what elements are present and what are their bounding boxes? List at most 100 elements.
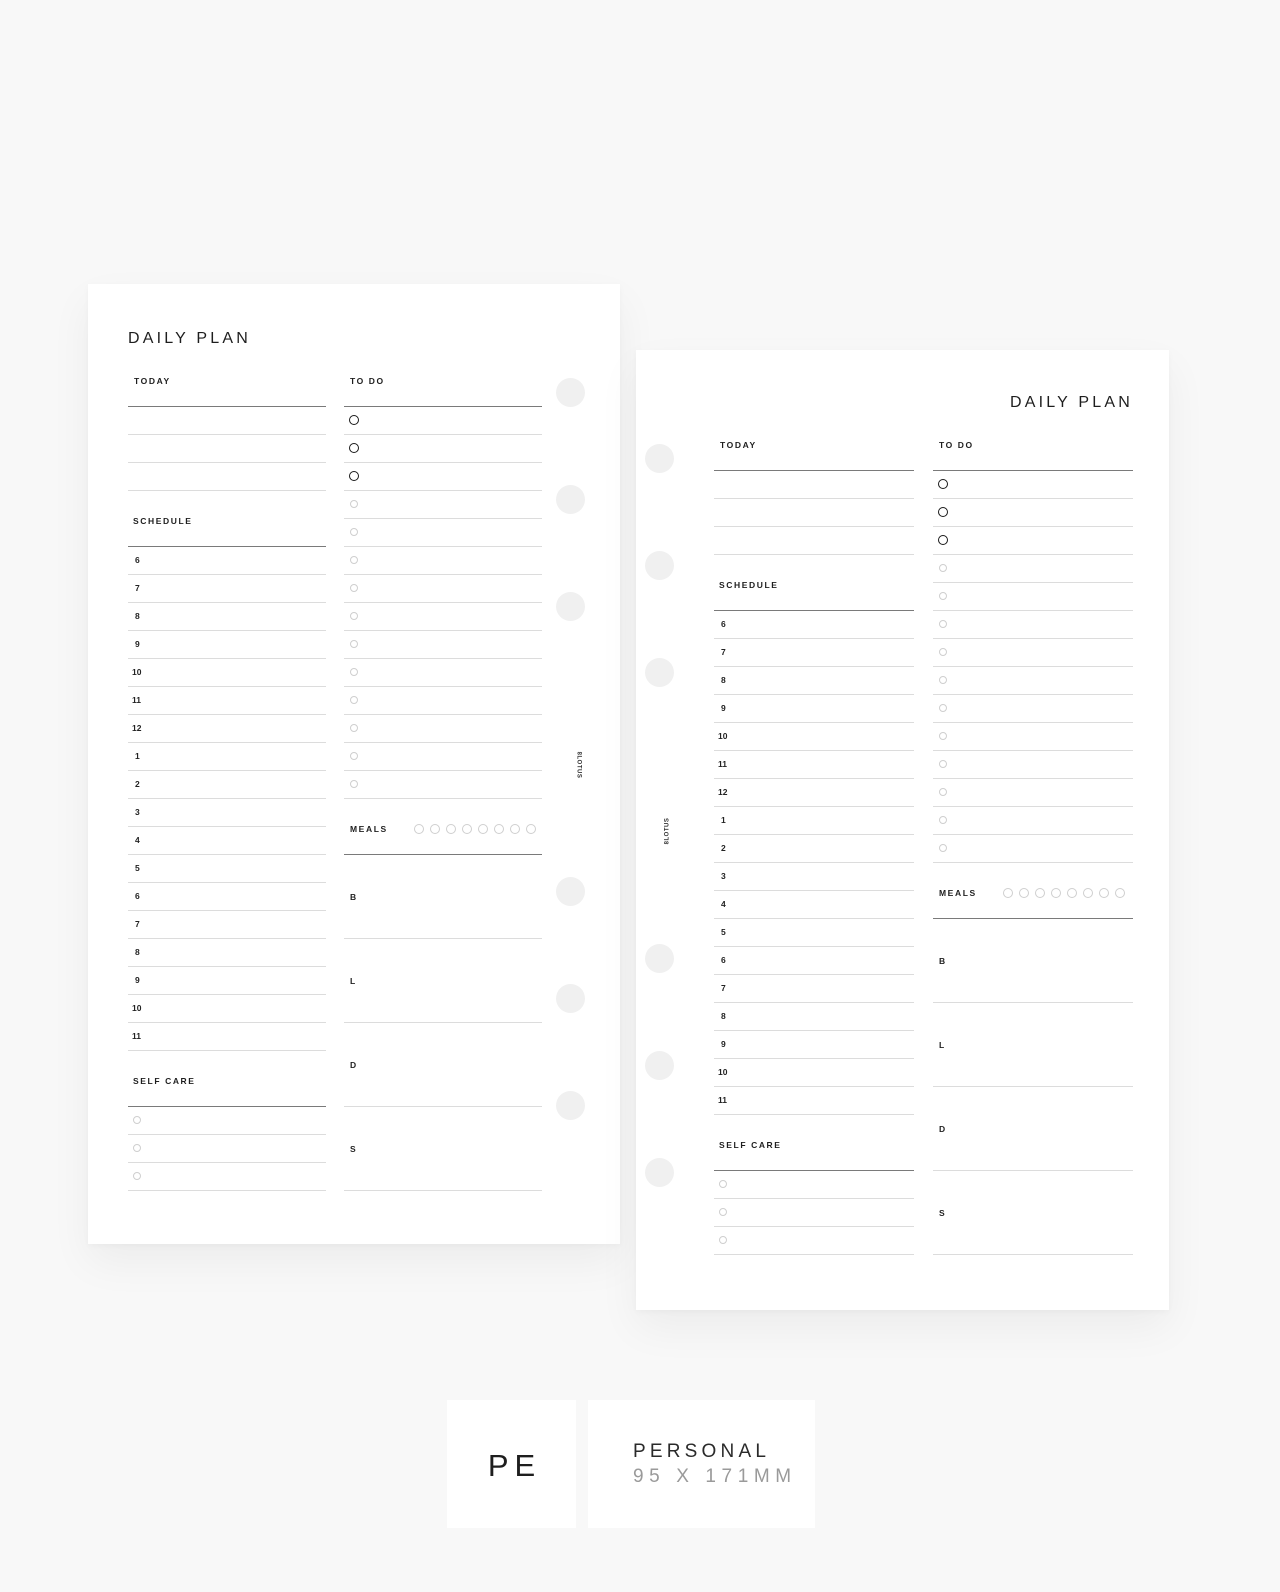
- meal-tracker-circle[interactable]: [510, 824, 520, 834]
- todo-checkbox[interactable]: [350, 640, 358, 648]
- meal-tracker-circle[interactable]: [462, 824, 472, 834]
- schedule-row-line[interactable]: [714, 1086, 914, 1087]
- schedule-row-line[interactable]: [714, 946, 914, 947]
- schedule-row-line[interactable]: [714, 1058, 914, 1059]
- todo-line[interactable]: [344, 462, 542, 463]
- meal-tracker-circle[interactable]: [1067, 888, 1077, 898]
- schedule-row-line[interactable]: [714, 862, 914, 863]
- todo-checkbox[interactable]: [939, 844, 947, 852]
- schedule-row-line[interactable]: [128, 630, 326, 631]
- schedule-row-line[interactable]: [714, 778, 914, 779]
- todo-priority-checkbox[interactable]: [938, 507, 948, 517]
- today-line[interactable]: [128, 490, 326, 491]
- todo-checkbox[interactable]: [350, 584, 358, 592]
- meal-tracker-circle[interactable]: [1083, 888, 1093, 898]
- todo-checkbox[interactable]: [350, 500, 358, 508]
- self-care-checkbox[interactable]: [133, 1116, 141, 1124]
- todo-line[interactable]: [933, 806, 1133, 807]
- schedule-row-line[interactable]: [714, 806, 914, 807]
- schedule-row-line[interactable]: [128, 686, 326, 687]
- schedule-row-line[interactable]: [128, 966, 326, 967]
- schedule-row-line[interactable]: [128, 854, 326, 855]
- meal-line[interactable]: [344, 1106, 542, 1107]
- todo-priority-checkbox[interactable]: [349, 443, 359, 453]
- today-line[interactable]: [714, 554, 914, 555]
- todo-line[interactable]: [344, 714, 542, 715]
- todo-checkbox[interactable]: [939, 592, 947, 600]
- self-care-checkbox[interactable]: [133, 1144, 141, 1152]
- schedule-row-line[interactable]: [714, 834, 914, 835]
- meal-tracker-circle[interactable]: [1099, 888, 1109, 898]
- schedule-row-line[interactable]: [128, 882, 326, 883]
- todo-line[interactable]: [933, 834, 1133, 835]
- todo-checkbox[interactable]: [350, 668, 358, 676]
- schedule-row-line[interactable]: [128, 798, 326, 799]
- meal-line[interactable]: [933, 1002, 1133, 1003]
- todo-line[interactable]: [344, 770, 542, 771]
- meal-tracker-circle[interactable]: [1115, 888, 1125, 898]
- todo-checkbox[interactable]: [350, 612, 358, 620]
- schedule-row-line[interactable]: [128, 742, 326, 743]
- todo-checkbox[interactable]: [350, 528, 358, 536]
- today-line[interactable]: [714, 526, 914, 527]
- todo-line[interactable]: [933, 610, 1133, 611]
- meal-tracker-circle[interactable]: [526, 824, 536, 834]
- todo-line[interactable]: [933, 638, 1133, 639]
- todo-line[interactable]: [344, 630, 542, 631]
- meal-tracker-circle[interactable]: [414, 824, 424, 834]
- meal-line[interactable]: [933, 1170, 1133, 1171]
- todo-line[interactable]: [344, 434, 542, 435]
- todo-line[interactable]: [344, 658, 542, 659]
- self-care-line[interactable]: [714, 1254, 914, 1255]
- meal-line[interactable]: [344, 1190, 542, 1191]
- schedule-row-line[interactable]: [714, 1114, 914, 1115]
- self-care-line[interactable]: [128, 1134, 326, 1135]
- meal-tracker-circle[interactable]: [478, 824, 488, 834]
- schedule-row-line[interactable]: [128, 658, 326, 659]
- schedule-row-line[interactable]: [714, 722, 914, 723]
- self-care-checkbox[interactable]: [719, 1208, 727, 1216]
- self-care-line[interactable]: [128, 1162, 326, 1163]
- schedule-row-line[interactable]: [714, 918, 914, 919]
- todo-line[interactable]: [933, 722, 1133, 723]
- meal-tracker-circle[interactable]: [1051, 888, 1061, 898]
- schedule-row-line[interactable]: [128, 826, 326, 827]
- today-line[interactable]: [714, 498, 914, 499]
- schedule-row-line[interactable]: [128, 1022, 326, 1023]
- todo-line[interactable]: [933, 554, 1133, 555]
- meal-line[interactable]: [933, 1254, 1133, 1255]
- meal-tracker-circle[interactable]: [1019, 888, 1029, 898]
- todo-line[interactable]: [933, 526, 1133, 527]
- todo-line[interactable]: [933, 778, 1133, 779]
- self-care-checkbox[interactable]: [719, 1180, 727, 1188]
- schedule-row-line[interactable]: [714, 974, 914, 975]
- todo-checkbox[interactable]: [350, 696, 358, 704]
- today-line[interactable]: [128, 462, 326, 463]
- schedule-row-line[interactable]: [128, 574, 326, 575]
- meal-tracker-circle[interactable]: [446, 824, 456, 834]
- todo-checkbox[interactable]: [939, 732, 947, 740]
- schedule-row-line[interactable]: [714, 666, 914, 667]
- schedule-row-line[interactable]: [128, 770, 326, 771]
- schedule-row-line[interactable]: [128, 1050, 326, 1051]
- todo-priority-checkbox[interactable]: [349, 471, 359, 481]
- schedule-row-line[interactable]: [714, 1030, 914, 1031]
- todo-line[interactable]: [933, 498, 1133, 499]
- schedule-row-line[interactable]: [714, 890, 914, 891]
- todo-line[interactable]: [344, 742, 542, 743]
- schedule-row-line[interactable]: [128, 714, 326, 715]
- todo-checkbox[interactable]: [939, 816, 947, 824]
- self-care-checkbox[interactable]: [133, 1172, 141, 1180]
- meal-line[interactable]: [933, 1086, 1133, 1087]
- todo-checkbox[interactable]: [939, 564, 947, 572]
- todo-checkbox[interactable]: [939, 676, 947, 684]
- todo-checkbox[interactable]: [939, 620, 947, 628]
- meal-tracker-circle[interactable]: [1003, 888, 1013, 898]
- todo-line[interactable]: [933, 750, 1133, 751]
- todo-checkbox[interactable]: [350, 780, 358, 788]
- schedule-row-line[interactable]: [128, 938, 326, 939]
- schedule-row-line[interactable]: [714, 1002, 914, 1003]
- todo-checkbox[interactable]: [939, 788, 947, 796]
- self-care-line[interactable]: [128, 1190, 326, 1191]
- todo-checkbox[interactable]: [939, 704, 947, 712]
